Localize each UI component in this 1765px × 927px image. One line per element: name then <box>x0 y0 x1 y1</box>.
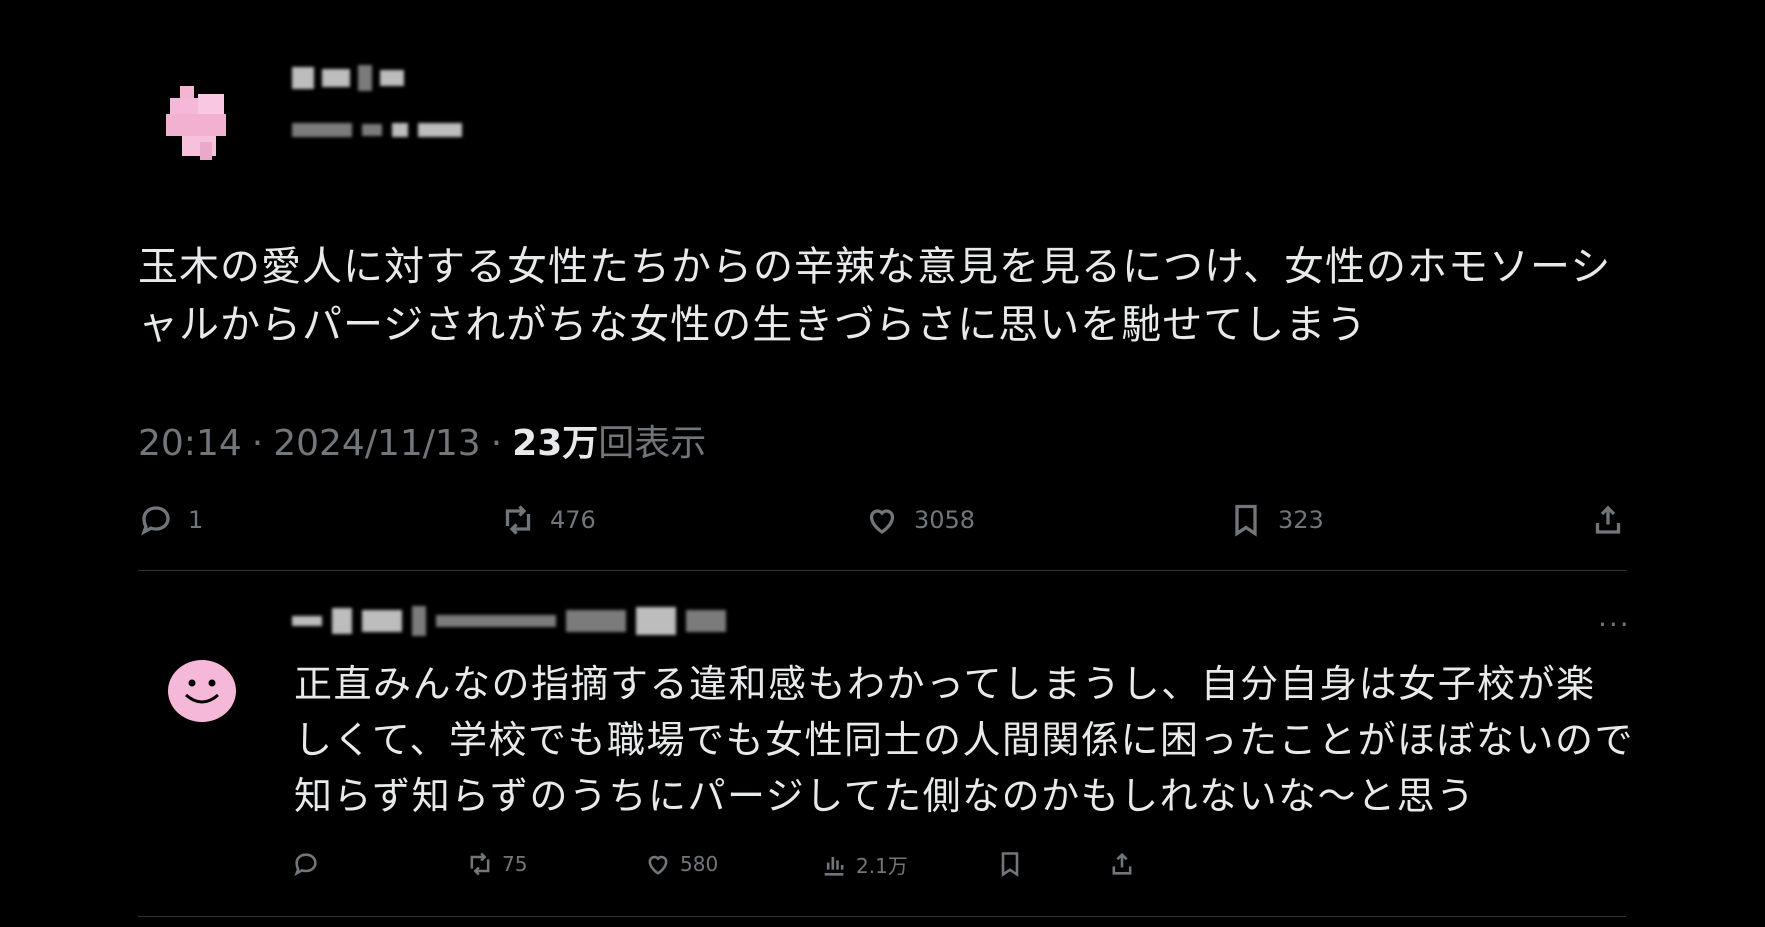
like-icon <box>648 855 668 875</box>
like-icon <box>869 509 895 534</box>
bookmark-icon <box>1001 852 1019 877</box>
divider <box>138 916 1626 917</box>
reply-views-count: 2.1万 <box>856 854 908 878</box>
share-button[interactable] <box>1590 502 1626 538</box>
tweet-time[interactable]: 20:14 <box>138 423 242 464</box>
reply-reply-button[interactable] <box>292 850 320 878</box>
separator: · <box>490 423 503 464</box>
reply-like-count: 580 <box>680 852 719 876</box>
reply-count: 1 <box>188 506 204 534</box>
tweet-text: 玉木の愛人に対する女性たちからの辛辣な意見を見るにつけ、女性のホモソーシャルから… <box>138 244 1612 348</box>
share-icon <box>1595 505 1621 534</box>
reply-retweet-count: 75 <box>502 852 528 876</box>
reply-icon <box>294 853 317 877</box>
avatar[interactable] <box>160 82 242 164</box>
views-label: 回表示 <box>598 423 707 464</box>
divider <box>138 570 1626 571</box>
reply-icon <box>140 506 170 536</box>
reply-analytics-button[interactable]: 2.1万 <box>820 850 908 879</box>
views-number: 23万 <box>512 423 599 464</box>
reply-retweet-button[interactable]: 75 <box>466 850 527 878</box>
share-icon <box>1112 852 1132 875</box>
user-name[interactable] <box>292 62 404 94</box>
user-handle[interactable] <box>292 118 462 142</box>
like-count: 3058 <box>914 506 976 534</box>
retweet-icon <box>505 505 531 535</box>
reply-user-name[interactable] <box>292 604 726 638</box>
reply-share-button[interactable] <box>1108 850 1136 878</box>
tweet-meta: 20:14 · 2024/11/13 · 23万 回表示 <box>138 414 706 466</box>
bookmark-icon <box>1235 504 1257 537</box>
retweet-icon <box>470 852 490 876</box>
retweet-count: 476 <box>550 506 596 534</box>
reply-bookmark-button[interactable] <box>996 850 1024 878</box>
reply-like-button[interactable]: 580 <box>644 850 718 878</box>
retweet-button[interactable]: 476 <box>500 502 596 538</box>
reply-button[interactable]: 1 <box>138 502 203 538</box>
like-button[interactable]: 3058 <box>864 502 975 538</box>
separator: · <box>251 423 264 464</box>
analytics-icon <box>824 856 844 876</box>
more-icon[interactable]: ··· <box>1598 608 1631 641</box>
reply-text: 正直みんなの指摘する違和感もわかってしまうし、自分自身は女子校が楽しくて、学校で… <box>294 662 1634 818</box>
tweet-date[interactable]: 2024/11/13 <box>273 423 481 464</box>
bookmark-count: 323 <box>1278 506 1324 534</box>
reply-avatar[interactable] <box>166 655 240 729</box>
bookmark-button[interactable]: 323 <box>1228 502 1324 538</box>
